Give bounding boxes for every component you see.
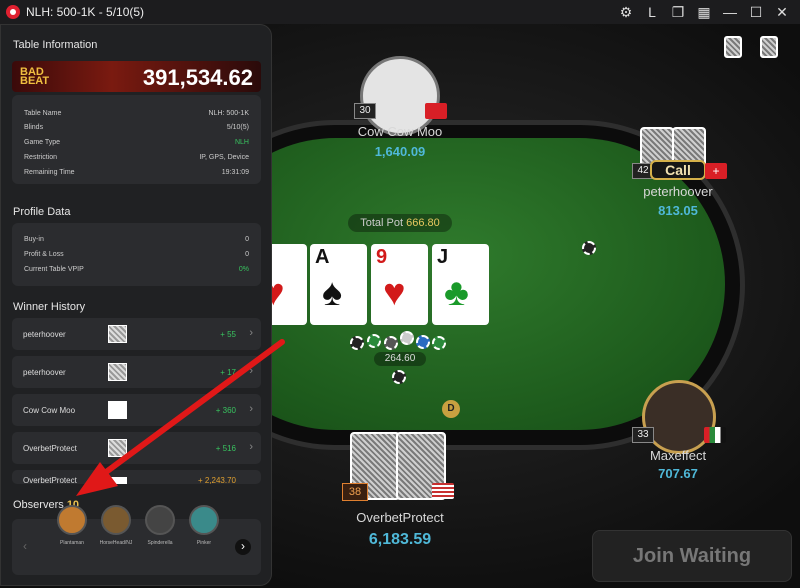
annotation-arrow-icon [76, 339, 285, 496]
